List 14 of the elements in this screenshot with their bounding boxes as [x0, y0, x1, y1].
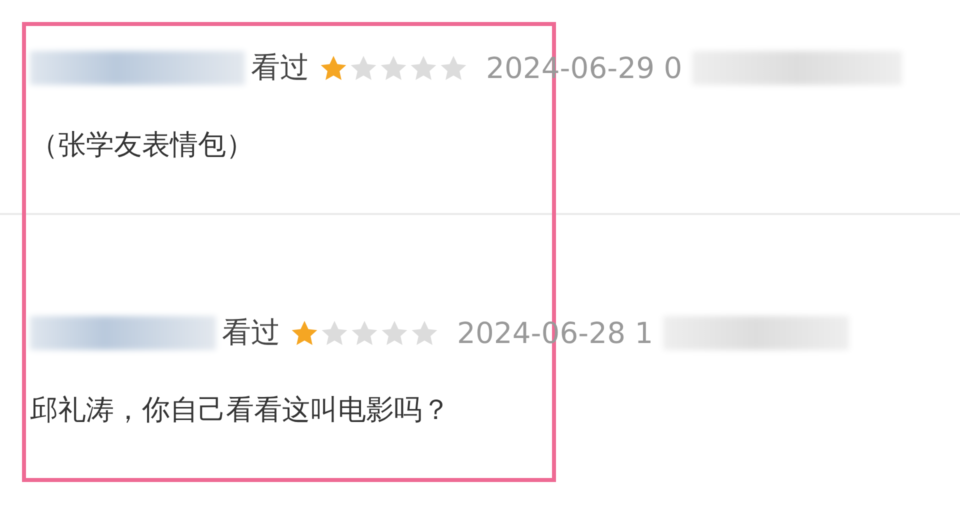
comment-text: （张学友表情包）	[30, 127, 255, 163]
star-icon	[319, 54, 348, 82]
star-icon	[350, 318, 379, 348]
star-icon	[379, 54, 408, 82]
comment-text: 邱礼涛，你自己看看这叫电影吗？	[30, 392, 451, 428]
status-label: 看过	[251, 49, 309, 86]
star-icon	[410, 318, 439, 348]
star-icon	[320, 318, 349, 348]
star-icon	[380, 318, 409, 348]
status-label: 看过	[222, 314, 280, 351]
star-icon	[439, 54, 468, 82]
star-icon	[349, 54, 378, 82]
star-icon	[409, 54, 438, 82]
star-icon	[290, 318, 319, 348]
